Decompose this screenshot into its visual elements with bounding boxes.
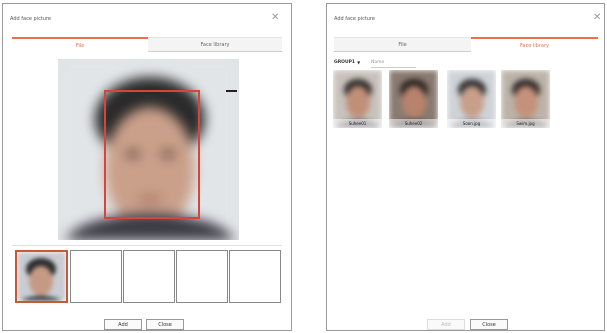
add-face-dialog-library: Add face picture ✕ File Face library GRO… <box>326 3 605 331</box>
library-item-label: Suhee01 <box>333 119 382 128</box>
zoom-slider-handle[interactable] <box>226 90 237 92</box>
tab-file[interactable]: File <box>12 37 148 52</box>
library-item-label: Suhee02 <box>389 119 438 128</box>
close-icon[interactable]: ✕ <box>271 13 279 23</box>
tab-face-library[interactable]: Face library <box>471 37 598 52</box>
library-item[interactable]: Suhee01 <box>333 70 382 128</box>
library-item-label: Soon.jpg <box>447 119 496 128</box>
close-button[interactable]: Close <box>146 319 184 330</box>
close-icon[interactable]: ✕ <box>593 13 601 23</box>
chevron-down-icon: ▼ <box>357 60 361 65</box>
library-item[interactable]: Soon.jpg <box>447 70 496 128</box>
add-face-dialog-file: Add face picture ✕ File Face library Add… <box>2 3 292 331</box>
library-item[interactable]: Suhee02 <box>389 70 438 128</box>
divider <box>12 245 282 246</box>
dialog-title: Add face picture <box>334 16 375 22</box>
library-item[interactable]: Swim.jpg <box>501 70 550 128</box>
thumbnail-5[interactable] <box>229 250 281 303</box>
name-search-input[interactable]: Name <box>371 58 416 68</box>
thumbnail-4[interactable] <box>176 250 228 303</box>
add-button[interactable]: Add <box>427 319 465 330</box>
thumbnail-3[interactable] <box>123 250 175 303</box>
dialog-title: Add face picture <box>10 16 51 22</box>
add-button[interactable]: Add <box>104 319 142 330</box>
tab-face-library[interactable]: Face library <box>148 37 282 52</box>
thumbnail-2[interactable] <box>70 250 122 303</box>
group-dropdown[interactable]: GROUP1 ▼ <box>334 58 360 67</box>
thumbnail-1[interactable] <box>15 250 68 303</box>
library-item-label: Swim.jpg <box>501 119 550 128</box>
close-button[interactable]: Close <box>470 319 508 330</box>
face-preview-image <box>58 59 239 240</box>
tab-file[interactable]: File <box>334 37 471 52</box>
face-detection-frame[interactable] <box>104 90 200 219</box>
